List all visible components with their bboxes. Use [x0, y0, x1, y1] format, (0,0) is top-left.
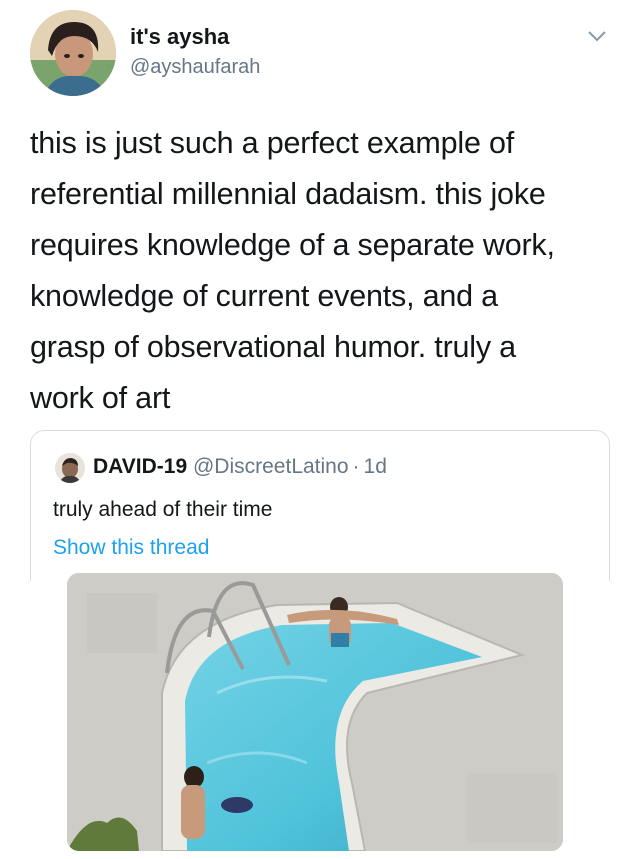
tweet-text-line: requires knowledge of a separate work, — [30, 228, 555, 262]
quoted-tweet[interactable]: DAVID-19 @DiscreetLatino · 1d truly ahead … — [30, 430, 610, 581]
tweet-text: this is just such a perfect example of r… — [30, 118, 615, 424]
tweet-text-line: work of art — [30, 381, 171, 415]
quoted-header: DAVID-19 @DiscreetLatino · 1d — [93, 455, 387, 479]
quoted-author-handle[interactable]: @DiscreetLatino — [193, 455, 349, 478]
show-thread-link[interactable]: Show this thread — [53, 536, 209, 560]
tweet-text-line: grasp of observational humor. truly a — [30, 330, 516, 364]
tweet-card: it's aysha @ayshaufarah this is just suc… — [0, 0, 640, 859]
chevron-down-icon[interactable] — [585, 26, 609, 46]
tweet-text-line: this is just such a perfect example of — [30, 126, 515, 160]
separator-dot: · — [352, 455, 360, 478]
hot-tub-photo[interactable] — [67, 573, 563, 851]
quoted-avatar[interactable] — [55, 453, 85, 483]
quoted-author-name[interactable]: DAVID-19 — [93, 455, 187, 478]
tweet-text-line: knowledge of current events, and a — [30, 279, 498, 313]
author-avatar[interactable] — [30, 10, 116, 96]
tweet-text-line: referential millennial dadaism. this jok… — [30, 177, 546, 211]
author-handle[interactable]: @ayshaufarah — [130, 56, 260, 79]
quoted-timestamp[interactable]: 1d — [364, 455, 387, 478]
quoted-text: truly ahead of their time — [53, 498, 273, 521]
author-name[interactable]: it's aysha — [130, 24, 229, 50]
